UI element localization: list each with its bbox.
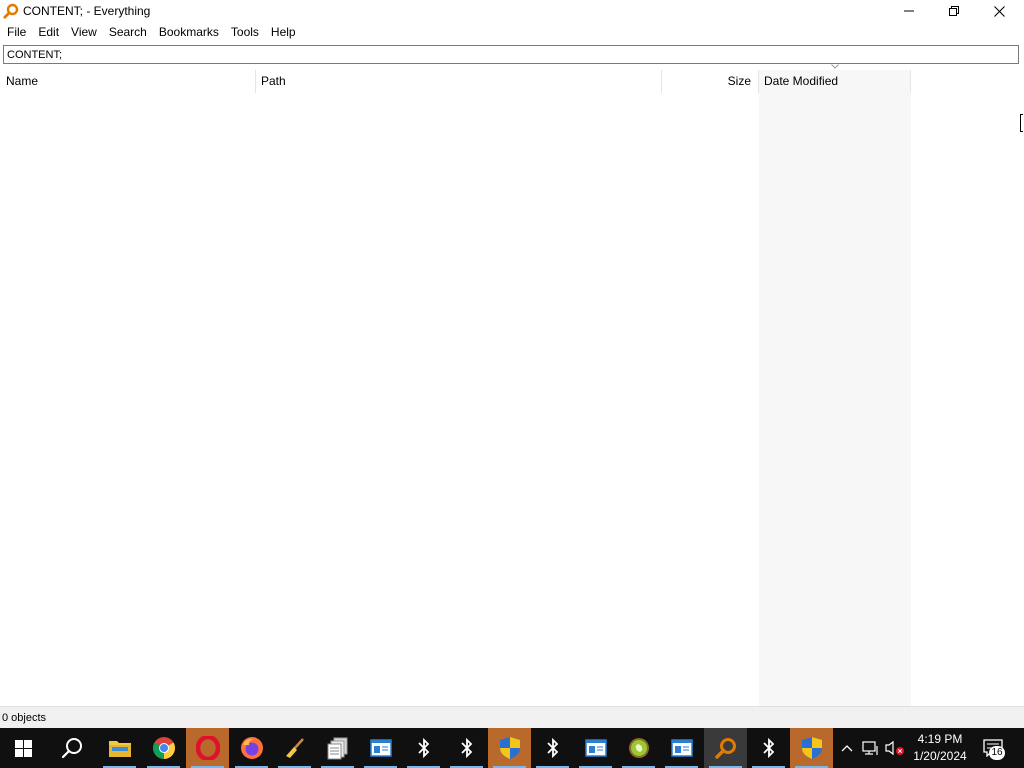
taskbar-opera[interactable]	[186, 728, 229, 768]
sort-descending-icon	[831, 62, 839, 72]
window-icon	[584, 739, 607, 757]
results-list[interactable]: Name Path Size Date Modified	[0, 64, 1024, 706]
taskbar-window-app-3[interactable]	[660, 728, 703, 768]
volume-tray-button[interactable]	[884, 728, 906, 768]
status-bar: 0 objects	[0, 706, 1024, 728]
clock-date: 1/20/2024	[913, 749, 967, 763]
taskbar-bluetooth-4[interactable]	[747, 728, 790, 768]
close-icon	[993, 5, 1005, 17]
column-header-name[interactable]: Name	[0, 70, 256, 93]
taskbar: 4:19 PM 1/20/2024 16	[0, 728, 1024, 768]
title-bar[interactable]: CONTENT; - Everything	[0, 0, 1024, 22]
magnifier-icon	[714, 738, 736, 759]
sorted-column-background	[759, 93, 911, 706]
menu-view[interactable]: View	[65, 23, 103, 42]
shield-icon	[801, 737, 822, 759]
bluetooth-icon	[762, 737, 774, 759]
search-input[interactable]	[4, 46, 1018, 63]
opera-icon	[195, 736, 220, 760]
start-button[interactable]	[2, 728, 45, 768]
minimize-icon	[904, 10, 914, 12]
menu-search[interactable]: Search	[103, 23, 153, 42]
volume-muted-icon	[885, 740, 904, 756]
folder-icon	[108, 741, 131, 757]
network-tray-button[interactable]	[860, 728, 882, 768]
taskbar-bluetooth-2[interactable]	[445, 728, 488, 768]
chrome-icon	[152, 737, 175, 759]
column-header-path-label: Path	[261, 74, 286, 88]
documents-icon	[327, 737, 347, 760]
network-icon	[862, 741, 878, 755]
notification-count-badge: 16	[989, 746, 1005, 760]
menu-bookmarks[interactable]: Bookmarks	[153, 23, 225, 42]
window-title: CONTENT; - Everything	[23, 4, 151, 18]
status-object-count: 0 objects	[2, 712, 47, 724]
window-icon	[670, 739, 693, 757]
taskbar-clock[interactable]: 4:19 PM 1/20/2024	[905, 731, 975, 765]
firefox-icon	[240, 737, 263, 759]
bluetooth-icon	[546, 737, 558, 759]
taskbar-file-explorer[interactable]	[98, 728, 141, 768]
restore-icon	[949, 6, 959, 16]
search-icon	[61, 738, 82, 759]
taskbar-bluetooth-3[interactable]	[531, 728, 574, 768]
menu-bar: File Edit View Search Bookmarks Tools He…	[0, 23, 1024, 42]
close-button[interactable]	[976, 0, 1022, 22]
window-icon	[369, 739, 392, 757]
restore-button[interactable]	[931, 0, 977, 22]
taskbar-bluetooth-1[interactable]	[402, 728, 445, 768]
column-header-name-label: Name	[6, 74, 39, 88]
everything-app-icon	[3, 3, 19, 19]
chevron-up-icon	[841, 745, 853, 752]
shield-icon	[499, 737, 520, 759]
everything-window: CONTENT; - Everything File Edit View Sea…	[0, 0, 1024, 728]
minimize-button[interactable]	[886, 0, 932, 22]
taskbar-files[interactable]	[316, 728, 359, 768]
taskbar-search-button[interactable]	[50, 728, 93, 768]
windows-logo-icon	[15, 739, 32, 757]
menu-file[interactable]: File	[0, 23, 32, 42]
text-cursor-icon	[1020, 114, 1023, 132]
taskbar-everything[interactable]	[704, 728, 747, 768]
column-header-date-modified[interactable]: Date Modified	[759, 64, 911, 93]
broom-icon	[285, 738, 304, 758]
taskbar-uac-1[interactable]	[488, 728, 531, 768]
taskbar-kiwi[interactable]	[617, 728, 660, 768]
column-header-date-modified-label: Date Modified	[764, 74, 839, 88]
bluetooth-icon	[417, 737, 429, 759]
column-header-path[interactable]: Path	[256, 70, 662, 93]
menu-tools[interactable]: Tools	[225, 23, 265, 42]
taskbar-cleaner[interactable]	[273, 728, 316, 768]
clock-time: 4:19 PM	[917, 732, 963, 746]
taskbar-window-app-2[interactable]	[574, 728, 617, 768]
menu-help[interactable]: Help	[265, 23, 302, 42]
show-hidden-icons-button[interactable]	[838, 728, 856, 768]
column-header-size[interactable]: Size	[662, 70, 759, 93]
search-box[interactable]	[3, 45, 1019, 64]
menu-edit[interactable]: Edit	[32, 23, 65, 42]
taskbar-firefox[interactable]	[230, 728, 273, 768]
column-header-size-label: Size	[727, 74, 751, 88]
taskbar-chrome[interactable]	[142, 728, 185, 768]
taskbar-window-app-1[interactable]	[359, 728, 402, 768]
kiwi-icon	[628, 738, 649, 758]
taskbar-uac-2[interactable]	[790, 728, 833, 768]
bluetooth-icon	[460, 737, 472, 759]
